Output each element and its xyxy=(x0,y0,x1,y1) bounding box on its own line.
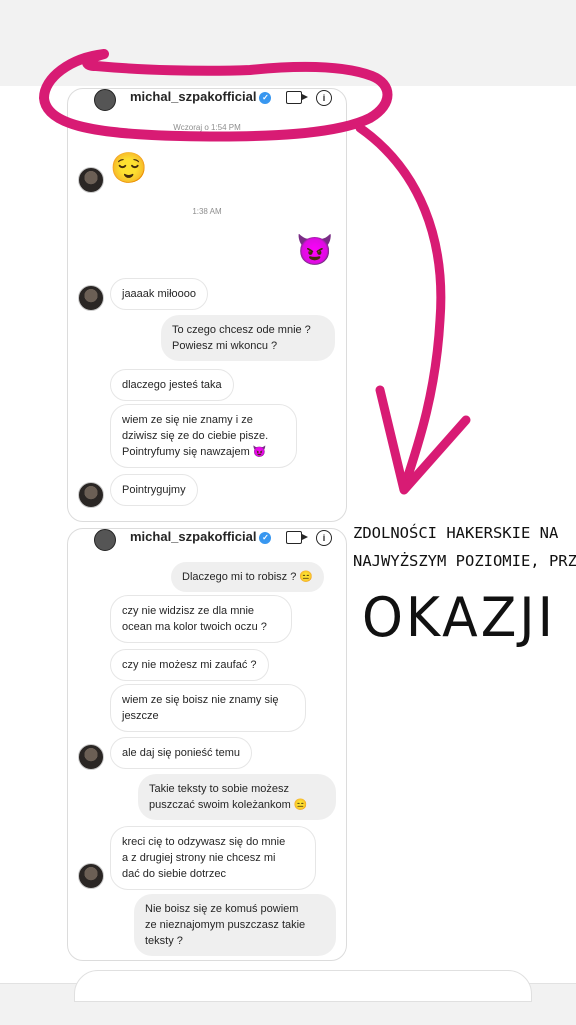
message-received: ale daj się ponieść temu xyxy=(110,737,253,769)
info-icon[interactable]: i xyxy=(316,90,332,106)
username[interactable]: michal_szpakofficial ✓ xyxy=(130,529,272,544)
timestamp: 1:38 AM xyxy=(192,207,222,216)
arrow-head xyxy=(375,385,471,495)
message-received: czy nie widzisz ze dla mnie ocean ma kol… xyxy=(110,595,292,643)
message-sent: Takie teksty to sobie możesz puszczać sw… xyxy=(138,774,336,820)
dm-screenshot-1: michal_szpakofficial ✓ i Wczoraj o 1:54 P… xyxy=(67,88,347,522)
avatar xyxy=(78,482,104,508)
arrow-curve xyxy=(355,123,446,493)
dm-screenshot-2: michal_szpakofficial ✓ i Dlaczego mi to r… xyxy=(67,528,347,961)
caption-line-1: ZDOLNOŚCI HAKERSKIE NA xyxy=(353,524,559,542)
message-received: jaaaak miłoooo xyxy=(110,278,208,310)
caption-line-3: OKAZJI xyxy=(362,586,556,650)
avatar xyxy=(78,744,104,770)
message-sent: Nie boisz się ze komuś powiem ze nieznaj… xyxy=(134,894,336,956)
next-screenshot-edge xyxy=(74,970,532,1002)
avatar xyxy=(78,863,104,889)
emoji-devil: 😈 xyxy=(296,234,334,267)
message-sent: To czego chcesz ode mnie ? Powiesz mi wk… xyxy=(161,315,335,361)
verified-badge-icon: ✓ xyxy=(259,91,272,104)
avatar xyxy=(78,285,104,311)
top-band xyxy=(0,0,576,86)
info-icon[interactable]: i xyxy=(316,530,332,546)
chat-header: michal_szpakofficial ✓ i xyxy=(68,89,346,111)
message-received: czy nie możesz mi zaufać ? xyxy=(110,649,269,681)
message-received: kreci cię to odzywasz się do mnie a z dr… xyxy=(110,826,316,890)
caption-line-2: NAJWYŻSZYM POZIOMIE, PRZY xyxy=(353,552,576,570)
username[interactable]: michal_szpakofficial ✓ xyxy=(130,89,272,104)
avatar[interactable] xyxy=(94,529,116,551)
message-received: Pointrygujmy xyxy=(110,474,198,506)
message-received: wiem ze się nie znamy i ze dziwisz się z… xyxy=(110,404,297,468)
timestamp: Wczoraj o 1:54 PM xyxy=(173,123,241,132)
video-call-icon[interactable] xyxy=(286,91,308,104)
message-sent: Dlaczego mi to robisz ? 😑 xyxy=(171,562,325,592)
emoji-relieved: 😌 xyxy=(110,152,148,185)
verified-badge-icon: ✓ xyxy=(259,531,272,544)
avatar[interactable] xyxy=(94,89,116,111)
avatar xyxy=(78,167,104,193)
video-call-icon[interactable] xyxy=(286,531,308,544)
chat-header: michal_szpakofficial ✓ i xyxy=(68,529,346,551)
message-received: dlaczego jesteś taka xyxy=(110,369,234,401)
message-received: wiem ze się boisz nie znamy się jeszcze xyxy=(110,684,306,732)
